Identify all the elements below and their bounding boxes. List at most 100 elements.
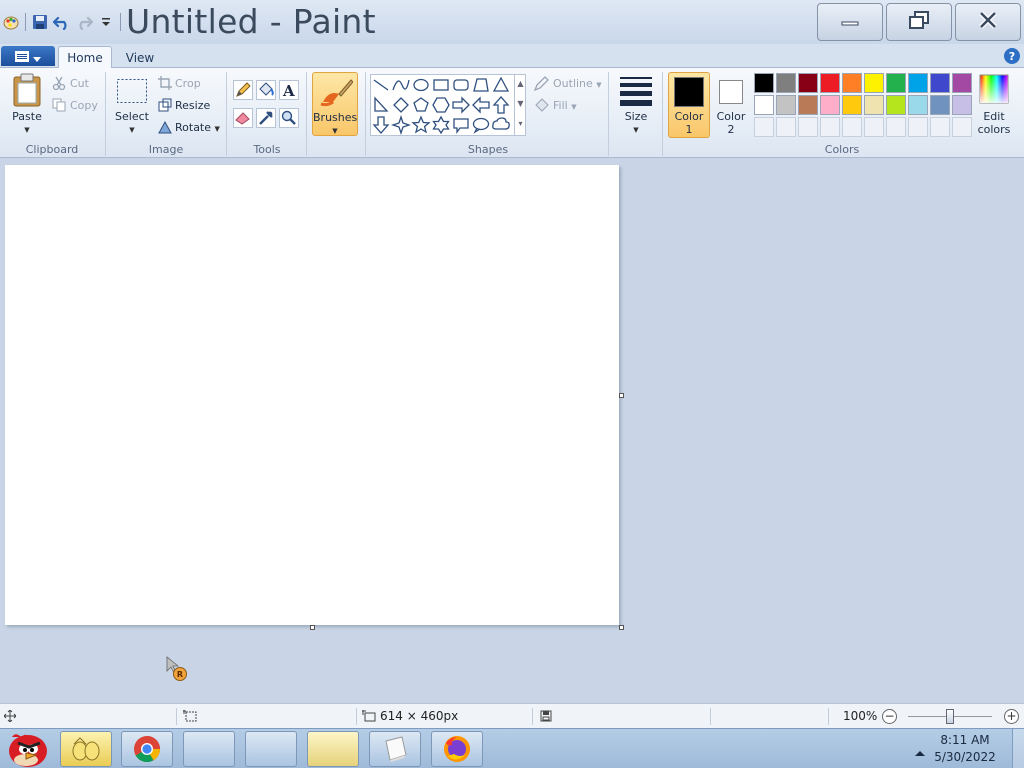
- hexagon-shape-icon[interactable]: [431, 95, 451, 115]
- zoom-out-button[interactable]: −: [882, 709, 897, 724]
- show-hidden-icons-button[interactable]: [914, 743, 926, 756]
- customize-qat-icon[interactable]: [95, 11, 117, 33]
- tab-view[interactable]: View: [118, 46, 162, 69]
- size-dropdown-caret: ▼: [633, 126, 639, 134]
- start-button[interactable]: [2, 729, 54, 768]
- taskbar-app-window-1[interactable]: [183, 731, 235, 767]
- five-point-star-shape-icon[interactable]: [411, 115, 431, 135]
- line-shape-icon[interactable]: [371, 75, 391, 95]
- status-separator: [828, 708, 829, 725]
- color-swatch[interactable]: [754, 73, 774, 93]
- tab-home[interactable]: Home: [58, 46, 112, 69]
- six-point-star-shape-icon[interactable]: [431, 115, 451, 135]
- angry-bird-icon: [9, 734, 47, 767]
- custom-color-slot[interactable]: [886, 117, 906, 137]
- custom-color-slot[interactable]: [842, 117, 862, 137]
- down-arrow-shape-icon[interactable]: [371, 115, 391, 135]
- up-arrow-shape-icon[interactable]: [491, 95, 511, 115]
- color-swatch[interactable]: [754, 95, 774, 115]
- four-point-star-shape-icon[interactable]: [391, 115, 411, 135]
- curve-shape-icon[interactable]: [391, 75, 411, 95]
- custom-color-slot[interactable]: [776, 117, 796, 137]
- polygon-shape-icon[interactable]: [471, 75, 491, 95]
- edit-colors-label: Edit colors: [977, 110, 1011, 136]
- oval-callout-shape-icon[interactable]: [471, 115, 491, 135]
- triangle-shape-icon[interactable]: [491, 75, 511, 95]
- custom-color-slot[interactable]: [908, 117, 928, 137]
- text-icon: A: [279, 80, 299, 100]
- rectangle-shape-icon[interactable]: [431, 75, 451, 95]
- color-swatch[interactable]: [798, 73, 818, 93]
- right-triangle-shape-icon[interactable]: [371, 95, 391, 115]
- left-arrow-shape-icon[interactable]: [471, 95, 491, 115]
- save-icon[interactable]: [29, 11, 51, 33]
- taskbar-app-firefox[interactable]: [431, 731, 483, 767]
- color-swatch[interactable]: [776, 73, 796, 93]
- zoom-slider-thumb[interactable]: [946, 709, 954, 724]
- clipboard-group-label: Clipboard: [25, 143, 79, 156]
- taskbar-app-eggs[interactable]: [60, 731, 112, 767]
- color-swatch[interactable]: [864, 95, 884, 115]
- taskbar-app-window-3[interactable]: [307, 731, 359, 767]
- brushes-button[interactable]: Brushes ▼: [312, 72, 358, 136]
- undo-icon[interactable]: [51, 11, 73, 33]
- right-arrow-shape-icon[interactable]: [451, 95, 471, 115]
- ribbon-tab-row: Home View ?: [0, 44, 1024, 69]
- cloud-callout-shape-icon[interactable]: [491, 115, 511, 135]
- color-swatch[interactable]: [820, 95, 840, 115]
- taskbar-app-chrome[interactable]: [121, 731, 173, 767]
- image-group-label: Image: [148, 143, 184, 156]
- color-swatch[interactable]: [930, 73, 950, 93]
- color-swatch[interactable]: [776, 95, 796, 115]
- system-clock[interactable]: 8:11 AM 5/30/2022: [930, 732, 1000, 766]
- copy-icon: [52, 98, 66, 112]
- custom-color-slot[interactable]: [798, 117, 818, 137]
- canvas-resize-handle-bottom[interactable]: [310, 625, 315, 630]
- paint-app-icon[interactable]: [0, 11, 22, 33]
- color-swatch[interactable]: [930, 95, 950, 115]
- custom-color-slot[interactable]: [820, 117, 840, 137]
- tools-group-label: Tools: [253, 143, 281, 156]
- restore-button[interactable]: [886, 3, 952, 41]
- minimize-button[interactable]: [817, 3, 883, 41]
- color-1-button[interactable]: Color 1: [668, 72, 710, 138]
- ribbon-home: Paste ▼ Cut Copy Clipboard Select ▼ Crop…: [0, 68, 1024, 158]
- color-swatch[interactable]: [886, 73, 906, 93]
- group-divider: [226, 72, 227, 156]
- zoom-in-button[interactable]: +: [1004, 709, 1019, 724]
- color-swatch[interactable]: [864, 73, 884, 93]
- rounded-rectangle-shape-icon[interactable]: [451, 75, 471, 95]
- diamond-shape-icon[interactable]: [391, 95, 411, 115]
- custom-color-slot[interactable]: [952, 117, 972, 137]
- rounded-callout-shape-icon[interactable]: [451, 115, 471, 135]
- custom-color-slot[interactable]: [864, 117, 884, 137]
- color-swatch[interactable]: [908, 95, 928, 115]
- color-swatch[interactable]: [820, 73, 840, 93]
- paint-menu-button[interactable]: [1, 46, 55, 66]
- color-swatch[interactable]: [952, 95, 972, 115]
- color-swatch[interactable]: [886, 95, 906, 115]
- color-swatch[interactable]: [842, 73, 862, 93]
- taskbar-app-window-2[interactable]: [245, 731, 297, 767]
- paint-bucket-icon: [256, 80, 276, 100]
- color-swatch[interactable]: [842, 95, 862, 115]
- redo-icon[interactable]: [73, 11, 95, 33]
- canvas-resize-handle-right[interactable]: [619, 393, 624, 398]
- help-icon[interactable]: ?: [1004, 48, 1020, 64]
- oval-shape-icon[interactable]: [411, 75, 431, 95]
- custom-color-slot[interactable]: [754, 117, 774, 137]
- brush-icon: [320, 79, 353, 107]
- color-swatch[interactable]: [798, 95, 818, 115]
- custom-color-slot[interactable]: [930, 117, 950, 137]
- shapes-gallery-scroll[interactable]: ▲ ▼ ▾: [514, 74, 526, 136]
- taskbar-app-paint[interactable]: [369, 731, 421, 767]
- pentagon-shape-icon[interactable]: [411, 95, 431, 115]
- color-swatch[interactable]: [908, 73, 928, 93]
- canvas-resize-handle-corner[interactable]: [619, 625, 624, 630]
- drawing-canvas[interactable]: [5, 165, 619, 625]
- color-swatch[interactable]: [952, 73, 972, 93]
- close-button[interactable]: [955, 3, 1021, 41]
- title-bar: Untitled - Paint: [0, 0, 1024, 44]
- show-desktop-button[interactable]: [1012, 729, 1024, 768]
- select-rectangle-icon: [117, 79, 147, 103]
